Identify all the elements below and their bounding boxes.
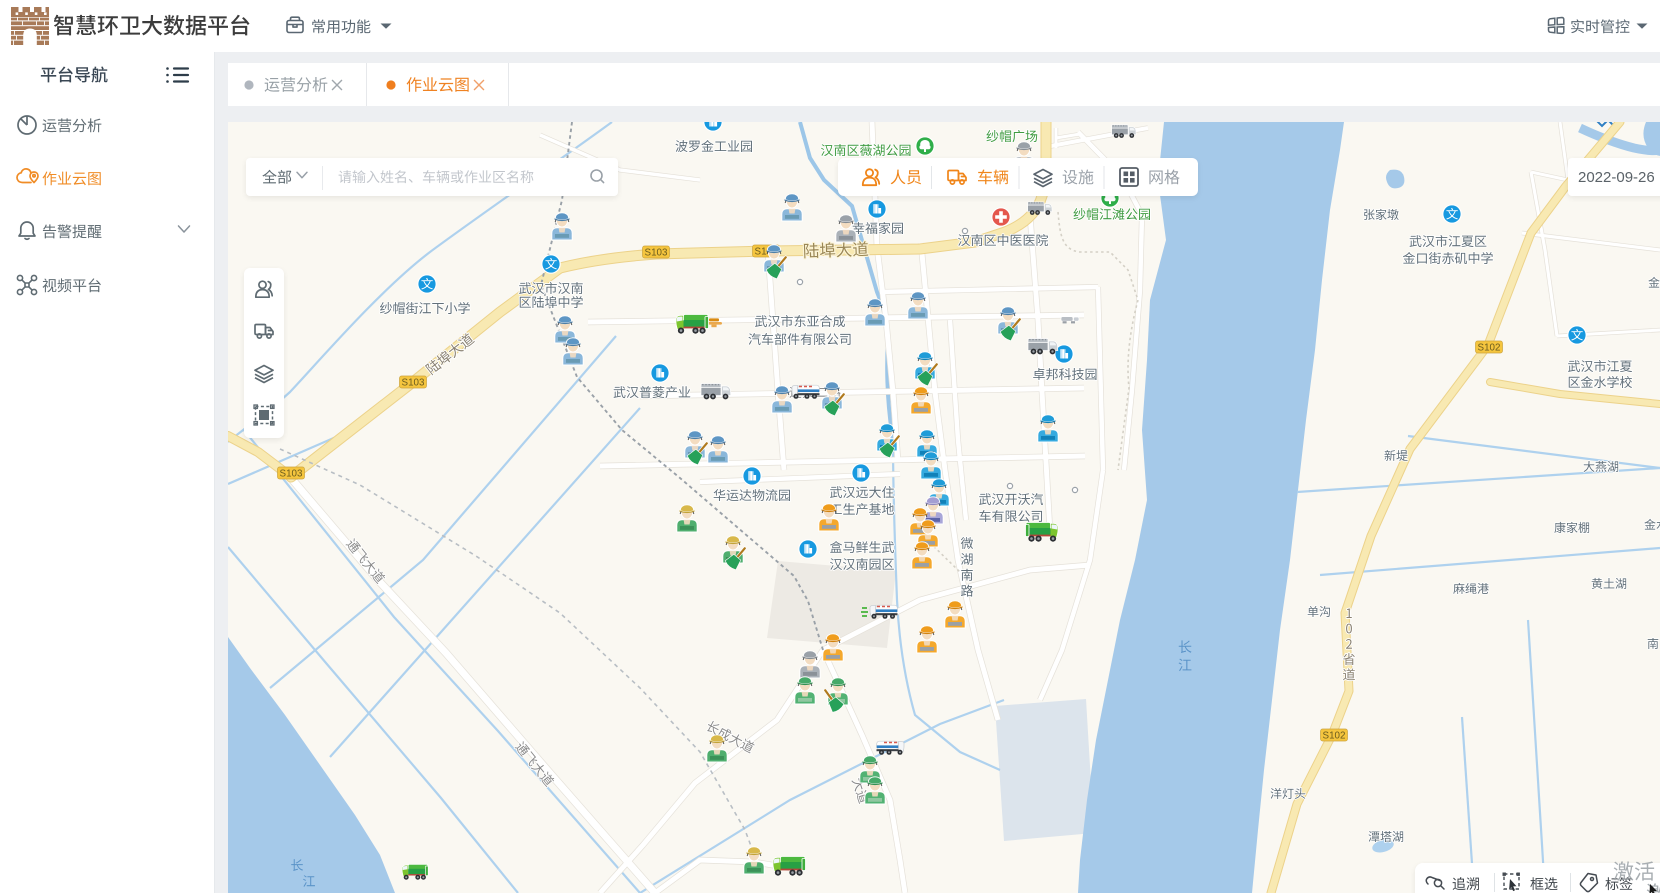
svg-text:S102: S102 (1478, 343, 1501, 354)
svg-text:S103: S103 (645, 248, 668, 259)
svg-text:S103: S103 (280, 469, 303, 480)
svg-text:S102: S102 (1323, 731, 1346, 742)
svg-text:S103: S103 (402, 378, 425, 389)
